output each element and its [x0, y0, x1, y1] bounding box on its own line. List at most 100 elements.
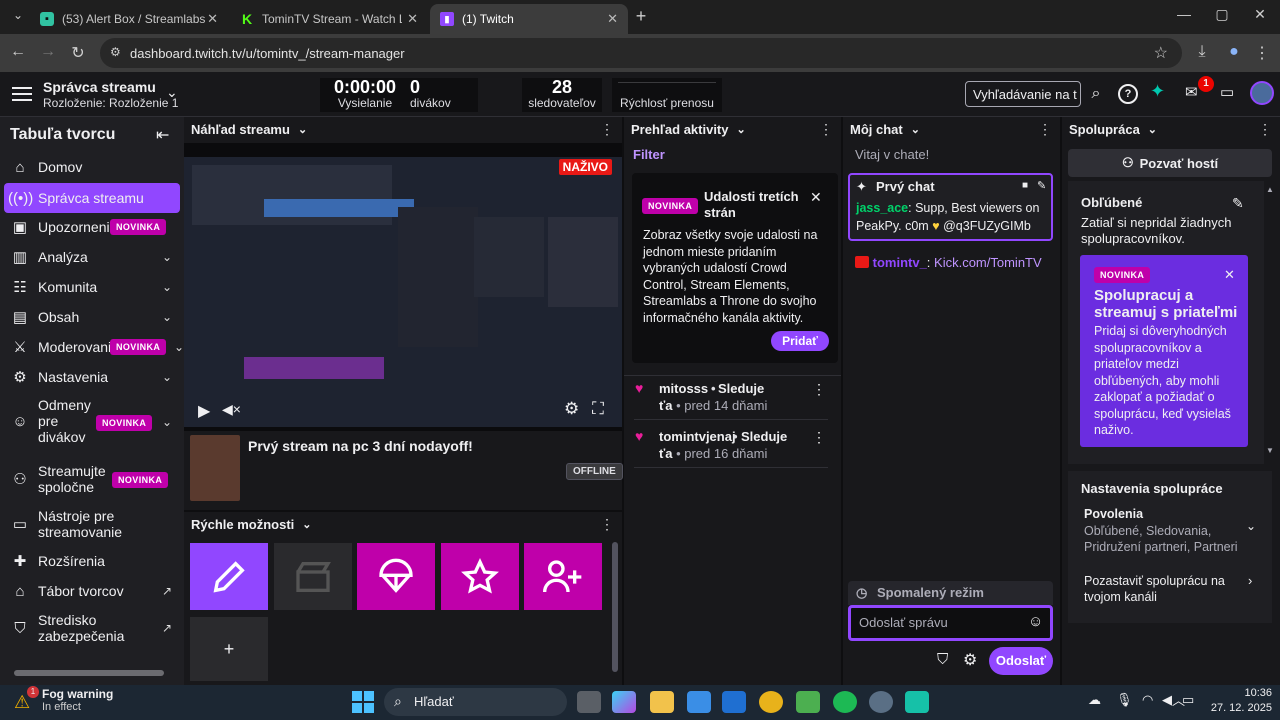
send-button[interactable]: Odoslať — [989, 647, 1053, 675]
layout-chevron-icon[interactable]: ⌄ — [166, 84, 178, 101]
sidebar-item-home[interactable]: ⌂ Domov — [0, 157, 184, 177]
sidebar-item-analytics[interactable]: ▥ Analýza ⌄ — [0, 247, 184, 267]
search-icon[interactable]: ⌕ — [1083, 81, 1109, 107]
sidebar-item-settings[interactable]: ⚙ Nastavenia ⌄ — [0, 367, 184, 387]
add-guest-button[interactable] — [524, 543, 602, 610]
chrome-active-icon[interactable] — [869, 691, 893, 713]
task-view-icon[interactable] — [577, 691, 601, 713]
file-explorer-icon[interactable] — [650, 691, 674, 713]
more-options-icon[interactable]: ⋮ — [1038, 121, 1052, 138]
microphone-icon[interactable]: 🎙︎ — [1116, 692, 1133, 708]
play-icon[interactable]: ▶ — [198, 401, 210, 421]
browser-tab-twitch[interactable]: ▮ (1) Twitch ✕ — [430, 4, 628, 34]
settings-icon[interactable]: ⚙ — [564, 399, 579, 419]
fullscreen-icon[interactable]: ⛶ — [592, 399, 604, 419]
new-tab-button[interactable]: + — [629, 6, 653, 27]
forward-icon[interactable]: → — [36, 43, 60, 61]
raid-button[interactable] — [357, 543, 435, 610]
minecraft-icon[interactable] — [796, 691, 820, 713]
sidebar-item-alerts[interactable]: ▣ Upozornenia NOVINKA — [0, 217, 184, 237]
close-tab-icon[interactable]: ✕ — [407, 11, 418, 27]
sidebar-item-stream-manager[interactable]: ((•)) Správca streamu — [4, 183, 180, 213]
browser-menu-icon[interactable]: ⋮ — [1250, 43, 1274, 63]
sidebar-item-creator-camp[interactable]: ⌂ Tábor tvorcov ↗ — [0, 581, 184, 601]
copilot-icon[interactable] — [612, 691, 636, 713]
wifi-icon[interactable]: ◠ — [1142, 692, 1153, 708]
sidebar-item-safety-center[interactable]: ⛉ Stredisko zabezpečenia ↗ — [0, 611, 184, 645]
close-window-button[interactable]: ✕ — [1248, 6, 1272, 23]
maximize-button[interactable]: ▢ — [1210, 6, 1234, 23]
edit-icon[interactable]: ✎ — [1037, 179, 1046, 192]
chevron-down-icon[interactable]: ⌄ — [298, 123, 307, 136]
chat-settings-icon[interactable]: ⚙ — [963, 650, 977, 670]
chevron-down-icon[interactable]: ⌄ — [1246, 519, 1256, 533]
tab-search-icon[interactable]: ⌄ — [6, 8, 30, 22]
sidebar-scrollbar[interactable] — [14, 670, 164, 676]
sidebar-item-collab[interactable]: ⚇ Streamujte spoločne NOVINKA — [0, 462, 184, 496]
whisper-icon[interactable]: ▭ — [1220, 83, 1234, 101]
chat-input[interactable]: Odoslať správu — [848, 605, 1053, 641]
battery-icon[interactable]: ▭ — [1182, 692, 1194, 708]
sidebar-item-moderation[interactable]: ⚔ Moderovanie NOVINKA ⌄ — [0, 337, 184, 357]
sidebar-item-viewer-rewards[interactable]: ☺ Odmeny pre divákov NOVINKA ⌄ — [0, 397, 184, 449]
filter-link[interactable]: Filter — [633, 147, 665, 162]
more-options-icon[interactable]: ⋮ — [600, 121, 614, 138]
sidebar-item-stream-tools[interactable]: ▭ Nástroje pre streamovanie — [0, 507, 184, 541]
spotify-icon[interactable] — [833, 691, 857, 713]
edit-stream-info-button[interactable] — [190, 543, 268, 610]
more-options-icon[interactable]: ⋮ — [819, 121, 833, 138]
more-options-icon[interactable]: ⋮ — [812, 381, 826, 398]
sidebar-item-content[interactable]: ▤ Obsah ⌄ — [0, 307, 184, 327]
chevron-down-icon[interactable]: ⌄ — [1148, 123, 1157, 136]
minimize-button[interactable]: — — [1172, 6, 1196, 22]
close-tab-icon[interactable]: ✕ — [207, 11, 218, 27]
pause-collab-link[interactable]: Pozastaviť spoluprácu na tvojom kanáli — [1084, 573, 1234, 605]
url-field[interactable]: ⚙ dashboard.twitch.tv/u/tomintv_/stream-… — [100, 38, 1182, 68]
chevron-down-icon[interactable]: ⌄ — [911, 123, 920, 136]
more-options-icon[interactable]: ⋮ — [1258, 121, 1272, 138]
sidebar-item-extensions[interactable]: ✚ Rozšírenia — [0, 551, 184, 571]
permissions-value[interactable]: Obľúbené, Sledovania, Pridružení partner… — [1084, 523, 1244, 555]
site-info-icon[interactable]: ⚙ — [110, 45, 121, 59]
extensions-icon[interactable]: ✦ — [1150, 81, 1165, 102]
add-quick-action-button[interactable]: + — [190, 617, 268, 681]
shield-icon[interactable]: ⛉ — [937, 651, 948, 668]
browser-tab-streamlabs[interactable]: ▪ (53) Alert Box / Streamlabs ✕ — [30, 4, 228, 34]
avatar[interactable] — [1250, 81, 1274, 105]
clip-button[interactable] — [274, 543, 352, 610]
reload-icon[interactable]: ↻ — [66, 43, 90, 63]
store-icon[interactable] — [687, 691, 711, 713]
quick-actions-scrollbar[interactable] — [612, 542, 618, 672]
download-icon[interactable]: ⤓ — [1190, 43, 1214, 61]
close-icon[interactable]: ✕ — [810, 189, 822, 206]
tray-app-icon[interactable]: ☁ — [1088, 692, 1101, 708]
edit-icon[interactable]: ✎ — [1232, 195, 1244, 212]
chevron-down-icon[interactable]: ⌄ — [737, 123, 746, 136]
favorites-scrollbar[interactable]: ▲ ▼ — [1266, 185, 1274, 455]
menu-icon[interactable] — [10, 83, 34, 105]
chrome-icon[interactable] — [759, 691, 783, 713]
shoutout-button[interactable] — [441, 543, 519, 610]
sidebar-item-community[interactable]: ☷ Komunita ⌄ — [0, 277, 184, 297]
invite-guests-button[interactable]: ⚇ Pozvať hostí — [1068, 149, 1272, 177]
close-tab-icon[interactable]: ✕ — [607, 11, 618, 27]
collapse-sidebar-icon[interactable]: ⇤ — [156, 125, 169, 145]
search-input[interactable]: Vyhľadávanie na t — [965, 81, 1081, 107]
chevron-down-icon[interactable]: ⌄ — [302, 518, 311, 531]
chevron-right-icon[interactable]: › — [1248, 573, 1252, 588]
browser-tab-kick[interactable]: K TominTV Stream - Watch Live o ✕ — [230, 4, 428, 34]
volume-icon[interactable]: ◀ — [1162, 692, 1172, 708]
bookmark-star-icon[interactable]: ☆ — [1154, 43, 1168, 63]
add-button[interactable]: Pridať — [771, 331, 829, 351]
more-options-icon[interactable]: ⋮ — [600, 516, 614, 533]
close-icon[interactable]: ✕ — [1224, 267, 1235, 283]
back-icon[interactable]: ← — [6, 43, 30, 61]
taskbar-search[interactable]: ⌕ Hľadať — [384, 688, 567, 716]
streamlabs-taskbar-icon[interactable] — [905, 691, 929, 713]
emote-picker-icon[interactable]: ☺ — [1028, 613, 1043, 630]
outlook-icon[interactable] — [722, 691, 746, 713]
camera-icon[interactable]: ■ — [1022, 180, 1028, 191]
inbox-icon[interactable]: ✉ — [1185, 83, 1198, 101]
video-player[interactable]: NAŽIVO ▶ ◀× ⚙ ⛶ — [184, 143, 622, 431]
profile-icon[interactable]: ● — [1222, 43, 1246, 61]
